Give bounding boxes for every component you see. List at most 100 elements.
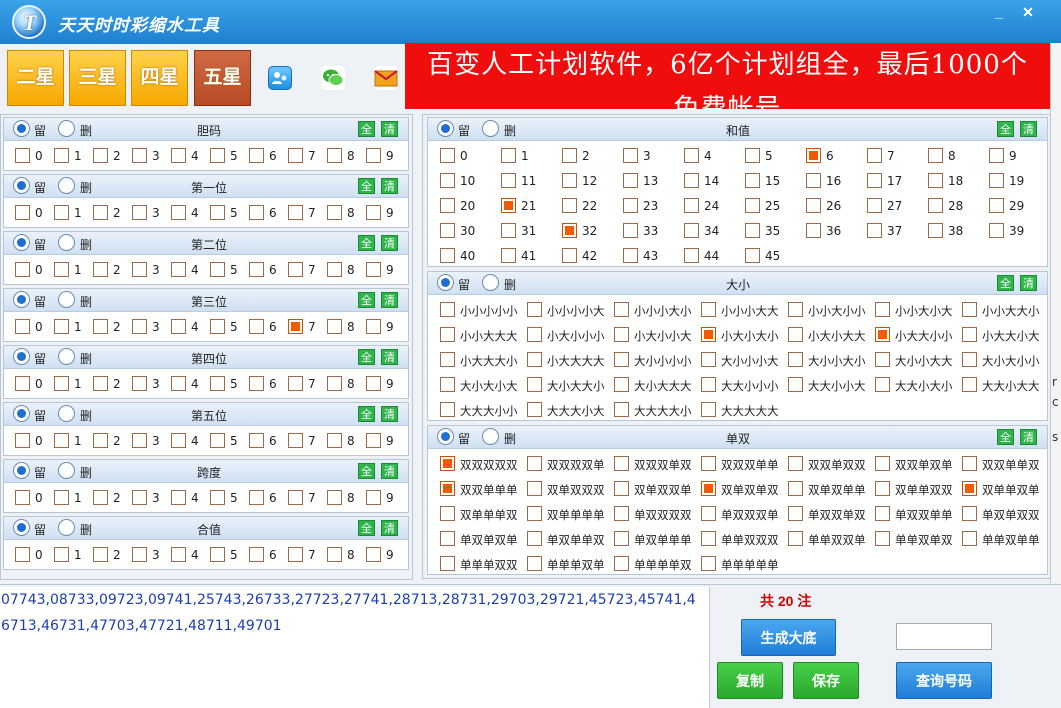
mail-icon[interactable] xyxy=(374,66,398,90)
keep-radio[interactable] xyxy=(13,177,30,194)
select-all-button[interactable]: 全 xyxy=(997,121,1014,137)
checkbox-box[interactable] xyxy=(171,148,186,163)
wechat-icon[interactable] xyxy=(321,66,345,90)
checkbox-box[interactable] xyxy=(440,223,455,238)
delete-radio[interactable] xyxy=(58,234,75,251)
checkbox-box[interactable] xyxy=(54,547,69,562)
checkbox-box[interactable] xyxy=(527,506,542,521)
checkbox-box[interactable] xyxy=(875,377,890,392)
result-textarea[interactable]: 07743,08733,09723,09741,25743,26733,2772… xyxy=(0,587,710,708)
clear-button[interactable]: 清 xyxy=(1020,121,1037,137)
checkbox-box[interactable] xyxy=(527,481,542,496)
checkbox-box[interactable] xyxy=(875,506,890,521)
checkbox-box[interactable] xyxy=(684,223,699,238)
checkbox-box[interactable] xyxy=(15,433,30,448)
checkbox-box[interactable] xyxy=(440,352,455,367)
promo-banner[interactable]: 百变人工计划软件，6亿个计划组全，最后1000个免费帐号 xyxy=(405,43,1050,109)
checkbox-box[interactable] xyxy=(867,223,882,238)
checkbox-box[interactable] xyxy=(989,173,1004,188)
checkbox-box[interactable] xyxy=(928,198,943,213)
checkbox-box[interactable] xyxy=(366,148,381,163)
checkbox-box[interactable] xyxy=(54,490,69,505)
checkbox-box[interactable] xyxy=(54,376,69,391)
checkbox-box[interactable] xyxy=(93,319,108,334)
checkbox-box[interactable] xyxy=(527,456,542,471)
keep-radio[interactable] xyxy=(13,234,30,251)
checkbox-box[interactable] xyxy=(440,198,455,213)
checkbox-box[interactable] xyxy=(701,352,716,367)
checkbox-box[interactable] xyxy=(440,506,455,521)
delete-radio[interactable] xyxy=(58,519,75,536)
keep-radio[interactable] xyxy=(13,291,30,308)
checkbox-box[interactable] xyxy=(440,248,455,263)
checkbox-box[interactable] xyxy=(788,531,803,546)
checkbox-box[interactable] xyxy=(210,376,225,391)
checkbox-box[interactable] xyxy=(171,262,186,277)
keep-radio[interactable] xyxy=(437,428,454,445)
checkbox-box[interactable] xyxy=(15,262,30,277)
checkbox-box[interactable] xyxy=(788,456,803,471)
checkbox-box[interactable] xyxy=(501,148,516,163)
checkbox-box[interactable] xyxy=(15,490,30,505)
checkbox-box[interactable] xyxy=(93,547,108,562)
clear-button[interactable]: 清 xyxy=(1020,275,1037,291)
checkbox-box[interactable] xyxy=(132,262,147,277)
checkbox-box[interactable] xyxy=(171,490,186,505)
checkbox-box[interactable] xyxy=(806,223,821,238)
select-all-button[interactable]: 全 xyxy=(358,349,375,365)
select-all-button[interactable]: 全 xyxy=(358,406,375,422)
keep-radio[interactable] xyxy=(13,348,30,365)
checkbox-box[interactable] xyxy=(501,173,516,188)
checkbox-box[interactable] xyxy=(684,148,699,163)
checkbox-box[interactable] xyxy=(171,319,186,334)
checkbox-box[interactable] xyxy=(928,223,943,238)
checkbox-box[interactable] xyxy=(562,148,577,163)
clear-button[interactable]: 清 xyxy=(381,178,398,194)
checkbox-box[interactable] xyxy=(806,148,821,163)
checkbox-box[interactable] xyxy=(288,262,303,277)
checkbox-box[interactable] xyxy=(132,376,147,391)
checkbox-box[interactable] xyxy=(623,223,638,238)
select-all-button[interactable]: 全 xyxy=(358,463,375,479)
checkbox-box[interactable] xyxy=(440,148,455,163)
checkbox-box[interactable] xyxy=(249,205,264,220)
checkbox-box[interactable] xyxy=(989,223,1004,238)
checkbox-box[interactable] xyxy=(132,547,147,562)
checkbox-box[interactable] xyxy=(788,302,803,317)
checkbox-box[interactable] xyxy=(54,205,69,220)
close-button[interactable]: ✕ xyxy=(1016,4,1040,22)
checkbox-box[interactable] xyxy=(249,262,264,277)
checkbox-box[interactable] xyxy=(132,490,147,505)
delete-radio[interactable] xyxy=(58,291,75,308)
clear-button[interactable]: 清 xyxy=(381,121,398,137)
checkbox-box[interactable] xyxy=(93,433,108,448)
checkbox-box[interactable] xyxy=(962,481,977,496)
checkbox-box[interactable] xyxy=(132,148,147,163)
checkbox-box[interactable] xyxy=(132,319,147,334)
checkbox-box[interactable] xyxy=(288,319,303,334)
checkbox-box[interactable] xyxy=(171,547,186,562)
checkbox-box[interactable] xyxy=(962,377,977,392)
clear-button[interactable]: 清 xyxy=(381,349,398,365)
checkbox-box[interactable] xyxy=(962,302,977,317)
checkbox-box[interactable] xyxy=(928,173,943,188)
star-tab-0[interactable]: 二星 xyxy=(7,50,64,106)
checkbox-box[interactable] xyxy=(440,402,455,417)
checkbox-box[interactable] xyxy=(210,547,225,562)
checkbox-box[interactable] xyxy=(366,547,381,562)
checkbox-box[interactable] xyxy=(327,547,342,562)
select-all-button[interactable]: 全 xyxy=(358,235,375,251)
checkbox-box[interactable] xyxy=(788,506,803,521)
checkbox-box[interactable] xyxy=(93,490,108,505)
checkbox-box[interactable] xyxy=(527,352,542,367)
checkbox-box[interactable] xyxy=(867,198,882,213)
checkbox-box[interactable] xyxy=(989,198,1004,213)
checkbox-box[interactable] xyxy=(806,198,821,213)
checkbox-box[interactable] xyxy=(962,352,977,367)
checkbox-box[interactable] xyxy=(614,506,629,521)
checkbox-box[interactable] xyxy=(875,302,890,317)
clear-button[interactable]: 清 xyxy=(381,463,398,479)
checkbox-box[interactable] xyxy=(989,148,1004,163)
checkbox-box[interactable] xyxy=(15,547,30,562)
checkbox-box[interactable] xyxy=(440,327,455,342)
